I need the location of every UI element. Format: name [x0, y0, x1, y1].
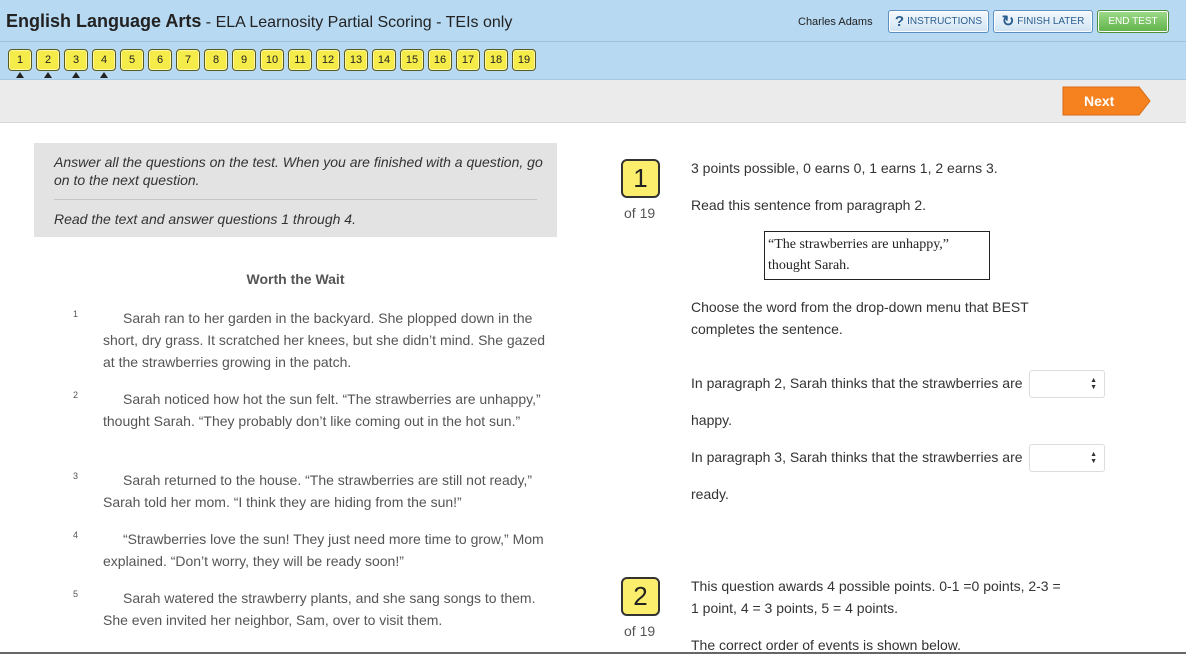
question-nav-button-17[interactable]: 17 — [456, 49, 480, 71]
test-name: - ELA Learnosity Partial Scoring - TEIs … — [201, 14, 513, 31]
question-mark-icon: ? — [894, 13, 905, 30]
paragraph-text: Sarah noticed how hot the sun felt. “The… — [103, 388, 548, 432]
question-nav-button-15[interactable]: 15 — [400, 49, 424, 71]
question-number-badge: 2 — [621, 577, 660, 616]
paragraph-text: Sarah returned to the house. “The strawb… — [103, 469, 548, 513]
cloze-sentence-1-end: happy. — [691, 412, 732, 428]
divider — [54, 199, 537, 200]
question-nav-label: 13 — [349, 54, 363, 66]
question-nav-button-8[interactable]: 8 — [204, 49, 228, 71]
question-nav-label: 10 — [265, 54, 279, 66]
question-nav-button-16[interactable]: 16 — [428, 49, 452, 71]
question-nav-label: 19 — [517, 54, 531, 66]
visited-marker-icon — [44, 72, 52, 78]
visited-marker-icon — [100, 72, 108, 78]
instruction-text-2: Read the text and answer questions 1 thr… — [54, 211, 356, 227]
question-nav-label: 5 — [128, 54, 136, 66]
paragraph-text-content: Sarah noticed how hot the sun felt. “The… — [103, 391, 541, 429]
question-nav-label: 15 — [405, 54, 419, 66]
question-nav-button-10[interactable]: 10 — [260, 49, 284, 71]
question-nav-label: 8 — [212, 54, 220, 66]
paragraph-text: “Strawberries love the sun! They just ne… — [103, 528, 548, 572]
question-nav-label: 11 — [294, 54, 306, 66]
question-nav-button-9[interactable]: 9 — [232, 49, 256, 71]
question-scoring: 3 points possible, 0 earns 0, 1 earns 1,… — [691, 160, 998, 176]
end-test-label: End Test — [1108, 16, 1158, 27]
refresh-icon: ↻ — [1001, 13, 1015, 30]
question-nav-button-2[interactable]: 2 — [36, 49, 60, 78]
question-instruction: Choose the word from the drop-down menu … — [691, 299, 1029, 337]
user-name: Charles Adams — [798, 16, 873, 28]
question-nav-label: 12 — [321, 54, 335, 66]
subject-title: English Language Arts — [6, 11, 202, 31]
visited-marker-icon — [16, 72, 24, 78]
question-nav-label: 2 — [44, 54, 52, 66]
question-nav-label: 17 — [461, 54, 475, 66]
question-prompt: Read this sentence from paragraph 2. — [691, 197, 927, 213]
question-navigation: 1 2 3 4 5 6 7 8 9 10 11 12 13 14 15 16 17 18 19 — [0, 42, 1186, 80]
next-button[interactable]: Next — [1061, 86, 1151, 116]
paragraph-number: 4 — [73, 530, 79, 540]
toolbar: Next — [0, 80, 1186, 123]
question-nav-label: 16 — [433, 54, 447, 66]
finish-later-button[interactable]: ↻ Finish Later — [993, 10, 1093, 33]
instructions-button[interactable]: ? Instructions — [888, 10, 989, 33]
instruction-text: Answer all the questions on the test. Wh… — [54, 154, 543, 188]
paragraph-number: 1 — [73, 309, 79, 319]
paragraph-number: 2 — [73, 390, 79, 400]
question-nav-button-18[interactable]: 18 — [484, 49, 508, 71]
question-scoring: This question awards 4 possible points. … — [691, 578, 1061, 616]
question-nav-button-6[interactable]: 6 — [148, 49, 172, 71]
chevron-updown-icon: ▲ ▼ — [1090, 377, 1097, 391]
passage-title: Worth the Wait — [246, 271, 345, 287]
instructions-box: Answer all the questions on the test. Wh… — [34, 143, 557, 237]
visited-marker-icon — [72, 72, 80, 78]
quoted-sentence: “The strawberries are unhappy,” thought … — [764, 231, 990, 280]
question-nav-label: 1 — [16, 54, 24, 66]
answer-dropdown-2[interactable]: ▲ ▼ — [1029, 444, 1105, 472]
question-nav-label: 14 — [377, 54, 391, 66]
question-count: of 19 — [624, 205, 656, 221]
question-nav-button-14[interactable]: 14 — [372, 49, 396, 71]
paragraph-number: 3 — [73, 471, 79, 481]
end-test-button[interactable]: End Test — [1097, 10, 1169, 33]
question-count: of 19 — [624, 623, 656, 639]
paragraph-text: Sarah ran to her garden in the backyard.… — [103, 307, 548, 373]
header-bar: English Language Arts - ELA Learnosity P… — [0, 0, 1186, 42]
question-nav-button-3[interactable]: 3 — [64, 49, 88, 78]
paragraph-text-content: “Strawberries love the sun! They just ne… — [103, 531, 544, 569]
next-label: Next — [1084, 93, 1115, 109]
paragraph-number: 5 — [73, 589, 79, 599]
question-nav-label: 6 — [156, 54, 164, 66]
page-title: English Language Arts - ELA Learnosity P… — [6, 11, 512, 32]
finish-later-label: Finish Later — [1017, 16, 1085, 27]
question-nav-button-4[interactable]: 4 — [92, 49, 116, 78]
answer-dropdown-1[interactable]: ▲ ▼ — [1029, 370, 1105, 398]
question-nav-button-12[interactable]: 12 — [316, 49, 340, 71]
question-nav-button-11[interactable]: 11 — [288, 49, 312, 71]
question-nav-label: 18 — [489, 54, 503, 66]
paragraph-text: Sarah watered the strawberry plants, and… — [103, 587, 548, 631]
question-nav-button-1[interactable]: 1 — [8, 49, 32, 78]
question-nav-button-19[interactable]: 19 — [512, 49, 536, 71]
paragraph-text-content: Sarah returned to the house. “The strawb… — [103, 472, 533, 510]
question-nav-label: 9 — [240, 54, 248, 66]
paragraph-text-content: Sarah watered the strawberry plants, and… — [103, 590, 536, 628]
question-nav-label: 4 — [100, 54, 108, 66]
question-nav-label: 3 — [72, 54, 80, 66]
instructions-label: Instructions — [907, 16, 983, 27]
question-nav-button-7[interactable]: 7 — [176, 49, 200, 71]
paragraph-text-content: Sarah ran to her garden in the backyard.… — [103, 310, 546, 370]
question-nav-button-13[interactable]: 13 — [344, 49, 368, 71]
question-number-badge: 1 — [621, 159, 660, 198]
question-nav-button-5[interactable]: 5 — [120, 49, 144, 71]
chevron-updown-icon: ▲ ▼ — [1090, 451, 1097, 465]
cloze-sentence-2-end: ready. — [691, 486, 729, 502]
question-nav-label: 7 — [184, 54, 192, 66]
